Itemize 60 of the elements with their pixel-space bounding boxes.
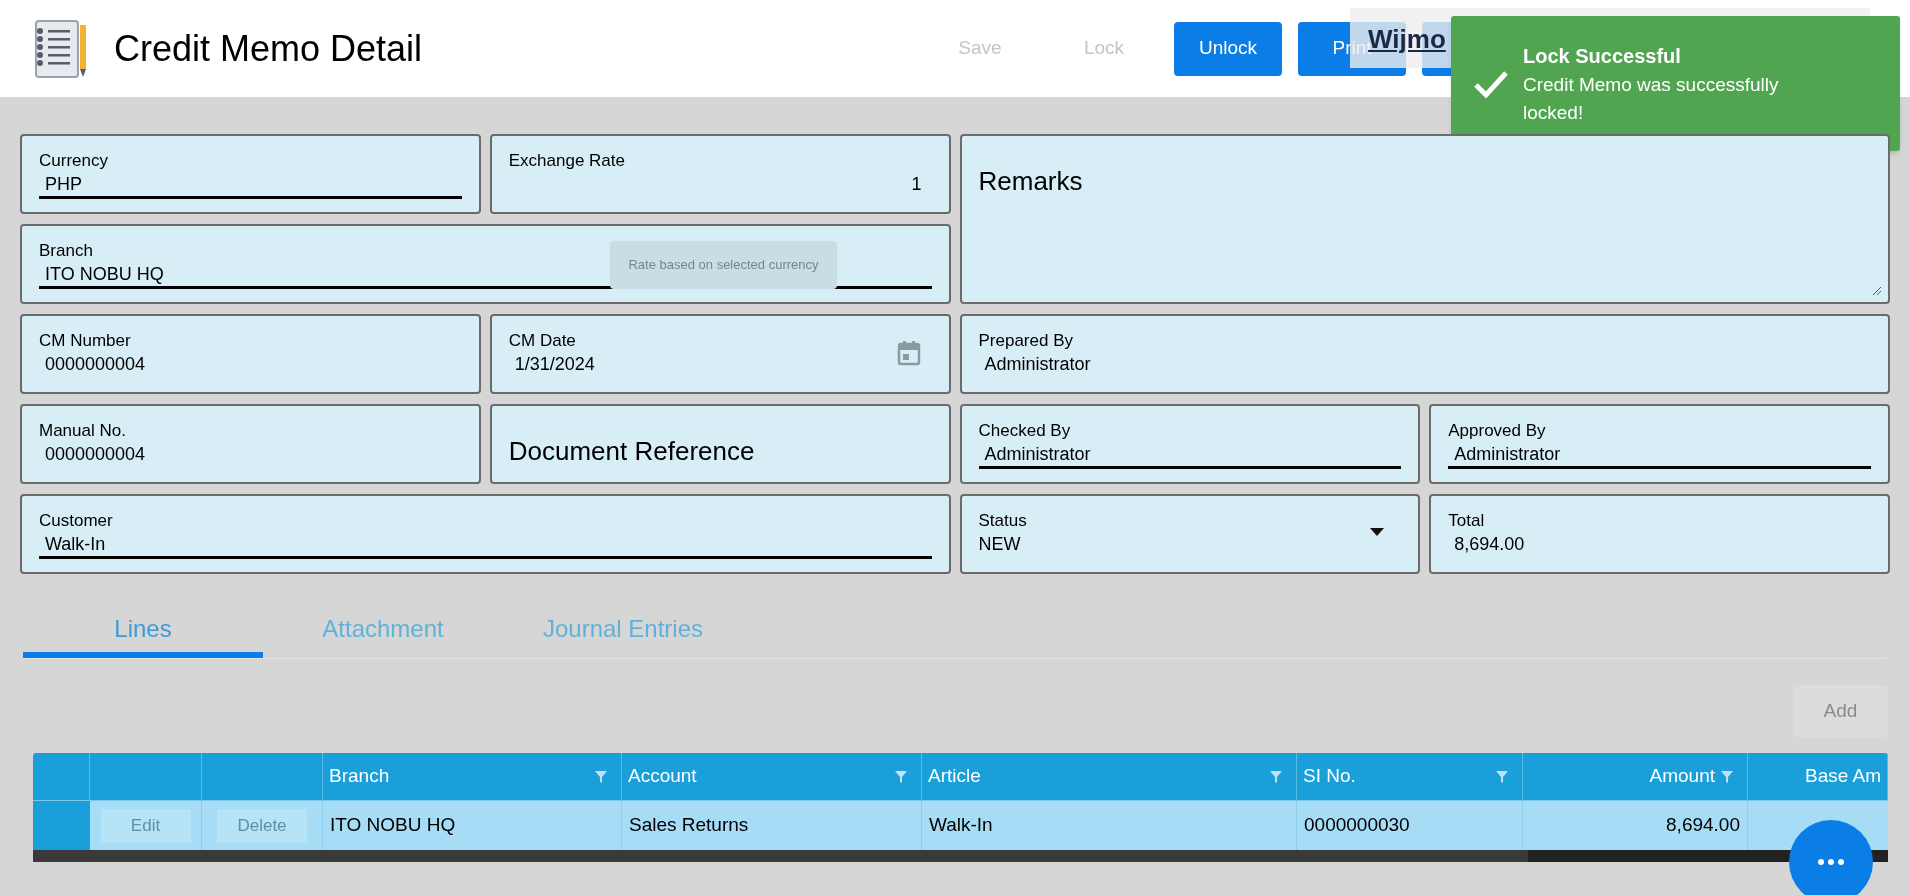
field-value: 8,694.00 [1453, 533, 1525, 556]
filter-icon[interactable] [895, 770, 907, 783]
field-value: 0000000004 [44, 353, 146, 376]
tooltip-text: Rate based on selected currency [628, 256, 819, 275]
field-label: Prepared By [978, 330, 1074, 352]
column-label: Branch [329, 764, 390, 789]
toolbar-button[interactable]: Unlock [1174, 21, 1282, 76]
field-label: Currency [39, 150, 109, 172]
field-label: Status [978, 510, 1028, 532]
field-value: 1/31/2024 [513, 353, 595, 376]
form-field[interactable]: Customer Walk-In [20, 494, 951, 574]
field-value: 0000000004 [44, 443, 146, 466]
ellipsis-icon [1818, 859, 1844, 865]
field-value: ITO NOBU HQ [44, 263, 164, 286]
column-label: Article [928, 764, 981, 789]
field-label: Checked By [978, 420, 1072, 442]
field-label: Manual No. [39, 420, 127, 442]
field-value: Administrator [983, 353, 1091, 376]
field-value: 1 [911, 173, 922, 196]
form-field[interactable]: Document Reference [489, 404, 951, 484]
field-label: Remarks [978, 166, 1083, 196]
field-label: Approved By [1448, 420, 1547, 442]
form-field[interactable]: Approved By Administrator [1429, 404, 1890, 484]
field-value: Administrator [1453, 443, 1561, 466]
filter-icon[interactable] [1496, 770, 1508, 783]
filter-icon[interactable] [1721, 770, 1733, 783]
field-label: Exchange Rate [508, 150, 626, 172]
field-label: Branch [39, 240, 94, 262]
remarks-textarea[interactable]: Remarks [959, 134, 1890, 304]
field-label: Document Reference [508, 434, 755, 468]
filter-icon[interactable] [595, 770, 607, 783]
filter-icon[interactable] [1270, 770, 1282, 783]
caret-icon[interactable] [1370, 528, 1385, 536]
form-field[interactable]: Currency PHP [20, 134, 481, 214]
field-value: PHP [44, 173, 82, 196]
field-label: CM Date [508, 330, 577, 352]
resize-grip-icon[interactable] [1872, 286, 1882, 296]
field-value: NEW [978, 533, 1021, 556]
form-field[interactable]: Manual No. 0000000004 [20, 404, 481, 484]
column-label: Base Am [1804, 764, 1881, 789]
field-label: Total [1448, 510, 1486, 532]
toast-title: Lock Successful [1523, 43, 1682, 69]
page-title: Credit Memo Detail [114, 26, 423, 71]
form-field[interactable]: Prepared By Administrator [959, 314, 1890, 394]
calendar-icon[interactable] [896, 340, 921, 366]
form-field[interactable]: Status NEW [959, 494, 1421, 574]
form-field[interactable]: CM Number 0000000004 [20, 314, 481, 394]
field-label: CM Number [39, 330, 132, 352]
column-label: Account [628, 764, 697, 789]
column-label: Amount [1649, 764, 1715, 789]
field-value: Walk-In [44, 533, 106, 556]
form-field[interactable]: Checked By Administrator [959, 404, 1421, 484]
field-value: Administrator [983, 443, 1091, 466]
form-field[interactable]: Total 8,694.00 [1429, 494, 1890, 574]
horizontal-scrollbar[interactable] [33, 850, 1888, 862]
form-field[interactable]: CM Date 1/31/2024 [489, 314, 951, 394]
toast-message: Credit Memo was successfully locked! [1523, 72, 1780, 125]
field-label: Customer [39, 510, 114, 532]
column-label: SI No. [1303, 764, 1356, 789]
form-field[interactable]: Exchange Rate 1 [489, 134, 951, 214]
